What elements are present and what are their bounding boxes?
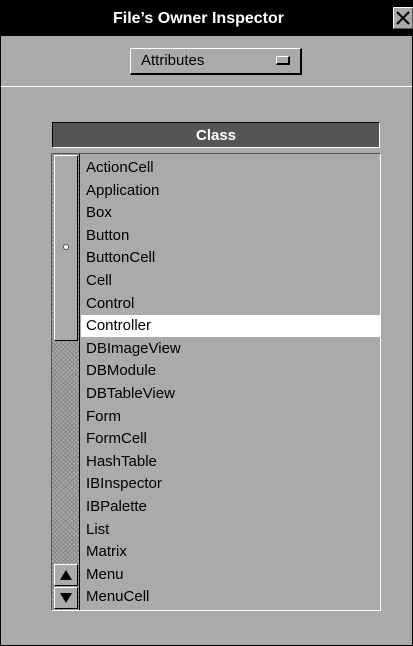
window-title: File’s Owner Inspector — [112, 10, 284, 27]
list-item[interactable]: ActionCell — [81, 157, 380, 179]
list-item[interactable]: Button — [81, 225, 380, 247]
list-item[interactable]: IBPalette — [81, 496, 380, 518]
scroll-down-button[interactable] — [54, 587, 78, 609]
inspector-window: File’s Owner Inspector Attributes Class — [0, 0, 413, 646]
close-icon — [396, 11, 410, 25]
list-item[interactable]: Form — [81, 406, 380, 428]
list-item[interactable]: Matrix — [81, 541, 380, 563]
vertical-scrollbar[interactable] — [52, 154, 80, 610]
attributes-popup-button[interactable]: Attributes — [130, 48, 302, 75]
list-item[interactable]: IBInspector — [81, 473, 380, 495]
knob-dimple-icon — [63, 244, 69, 250]
list-item[interactable]: Application — [81, 180, 380, 202]
list-item[interactable]: Control — [81, 293, 380, 315]
scroll-up-button[interactable] — [54, 564, 78, 586]
popup-label: Attributes — [141, 52, 205, 69]
list-item[interactable]: Menu — [81, 564, 380, 586]
list-item[interactable]: DBTableView — [81, 383, 380, 405]
list-item[interactable]: Box — [81, 202, 380, 224]
class-browser: ActionCell Application Box Button ButtonCell… — [51, 153, 381, 611]
class-list: ActionCell Application Box Button ButtonCell… — [81, 154, 380, 610]
title-bar[interactable]: File’s Owner Inspector — [1, 1, 413, 36]
scroll-down-arrow-icon — [60, 593, 72, 603]
popup-indicator-icon — [276, 56, 290, 65]
list-item[interactable]: HashTable — [81, 451, 380, 473]
list-item[interactable]: MenuCell — [81, 586, 380, 608]
close-button[interactable] — [393, 7, 413, 29]
scroll-knob[interactable] — [54, 155, 78, 341]
list-item[interactable]: DBModule — [81, 360, 380, 382]
scroll-up-arrow-icon — [60, 570, 72, 580]
class-column-title: Class — [52, 122, 380, 148]
header-divider — [1, 86, 412, 87]
list-item[interactable]: ButtonCell — [81, 247, 380, 269]
list-item[interactable]: FormCell — [81, 428, 380, 450]
list-item[interactable]: Cell — [81, 270, 380, 292]
list-item[interactable]: DBImageView — [81, 338, 380, 360]
list-item[interactable]: List — [81, 519, 380, 541]
list-item[interactable]: Controller — [81, 315, 380, 338]
